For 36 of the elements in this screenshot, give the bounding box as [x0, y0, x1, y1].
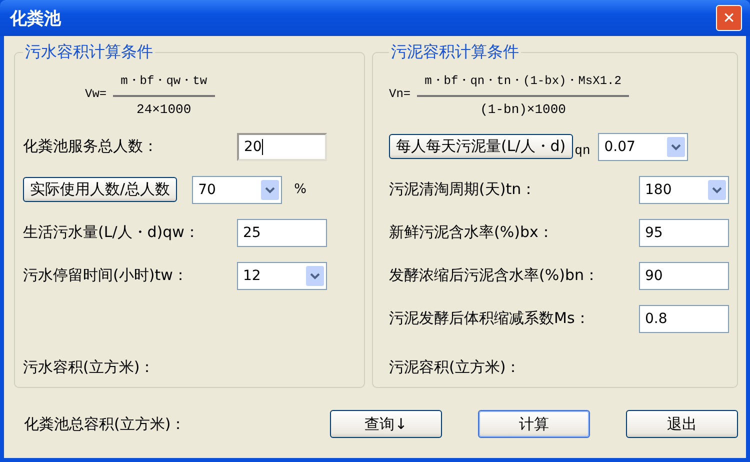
action-button[interactable]: 退出: [626, 410, 738, 438]
group-title: 污水容积计算条件: [24, 42, 154, 63]
dropdown[interactable]: 0.07: [598, 132, 688, 160]
field-label: 新鲜污泥含水率(%)bx：: [389, 223, 554, 242]
ratio-button[interactable]: 每人每天污泥量(L/人・d): [389, 134, 573, 159]
formula-lhs: Vn=: [389, 87, 411, 101]
field-label: 化粪池服务总人数：: [23, 137, 159, 156]
ratio-button[interactable]: 实际使用人数/总人数: [23, 177, 178, 202]
window-title: 化粪池: [10, 8, 61, 30]
action-button[interactable]: 查询↓: [330, 410, 442, 438]
dropdown[interactable]: 180: [639, 176, 729, 204]
formula-lhs: Vw=: [85, 87, 107, 101]
dropdown[interactable]: 12: [237, 262, 327, 290]
input-field[interactable]: 20: [237, 132, 327, 160]
total-label: 化粪池总容积(立方米)：: [24, 414, 187, 434]
action-button[interactable]: 计算: [478, 410, 590, 438]
group-title: 污泥容积计算条件: [390, 42, 520, 63]
close-button[interactable]: ✕: [716, 5, 742, 31]
formula-numerator: m・bf・qn・tn・(1-bx)・MsX1.2: [416, 72, 630, 96]
result-label: 污水容积(立方米)：: [23, 358, 156, 377]
field-suffix: qn: [574, 143, 590, 158]
field-label: 生活污水量(L/人・d)qw：: [23, 223, 200, 242]
field-label: 发酵浓缩后污泥含水率(%)bn：: [389, 266, 600, 285]
input-field[interactable]: 95: [639, 218, 729, 246]
result-label: 污泥容积(立方米)：: [389, 358, 522, 377]
unit-label: %: [294, 182, 306, 197]
field-label: 污水停留时间(小时)tw：: [23, 266, 189, 285]
input-field[interactable]: 0.8: [639, 304, 729, 332]
dropdown[interactable]: 70: [192, 176, 282, 204]
formula-denominator: 24×1000: [136, 100, 192, 116]
formula-numerator: m・bf・qw・tw: [112, 72, 216, 96]
field-label: 污泥清淘周期(天)tn：: [389, 180, 538, 199]
formula-denominator: (1-bn)×1000: [480, 100, 566, 116]
field-label: 污泥发酵后体积缩减系数Ms：: [389, 309, 591, 328]
input-field[interactable]: 90: [639, 262, 729, 290]
input-field[interactable]: 25: [237, 218, 327, 246]
